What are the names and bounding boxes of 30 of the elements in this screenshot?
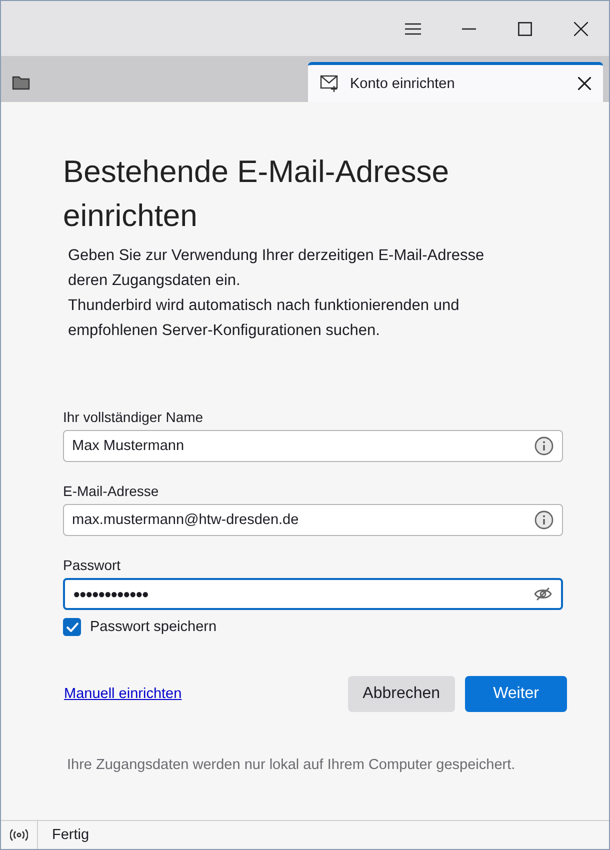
tab[interactable]: Konto einrichten [308,62,603,102]
field-label: E-Mail-Adresse [63,483,160,499]
menu-icon [405,22,421,34]
page-heading: Bestehende E-Mail-Adresse einrichten [63,153,450,235]
intro-text: Geben Sie zur Verwendung Ihrer derzeitigen E-Mail-Adresse deren Zugangsdaten ein. [68,246,486,291]
text-field[interactable]: Max Mustermann [63,430,563,462]
cancel-button[interactable]: Abbrechen [348,676,456,712]
manual-setup-link[interactable]: Manuell einrichten [64,686,338,702]
next-button[interactable]: Weiter [465,676,567,712]
envelope-plus-icon [320,75,340,92]
privacy-note: Ihre Zugangsdaten werden nur lokal auf Ihrem Computer gespeichert. [67,757,516,773]
status-text: Fertig [52,827,90,843]
text-field[interactable]: max.mustermann@htw-dresden.de [63,504,563,536]
checkbox[interactable] [63,618,81,636]
info-icon[interactable] [534,436,554,456]
maximize-icon [518,22,532,36]
password-field[interactable]: ●●●●●●●●●●●● [63,578,563,610]
checkbox-label: Passwort speichern [90,619,217,635]
intro-text: Thunderbird wird automatisch nach funktionierenden und empfohlenen Server-Konfigurationen suchen. [68,296,460,341]
minimize-icon [462,28,476,30]
field-label: Ihr vollständiger Name [63,409,204,425]
field-label: Passwort [63,557,122,573]
field-value: max.mustermann@htw-dresden.de [72,512,300,528]
folder-icon [12,74,30,90]
field-value: ●●●●●●●●●●●● [73,587,149,601]
broadcast-icon [10,829,28,841]
info-icon[interactable] [534,510,554,530]
close-icon [574,22,588,36]
field-value: Max Mustermann [72,438,186,454]
close-icon[interactable] [578,77,591,90]
